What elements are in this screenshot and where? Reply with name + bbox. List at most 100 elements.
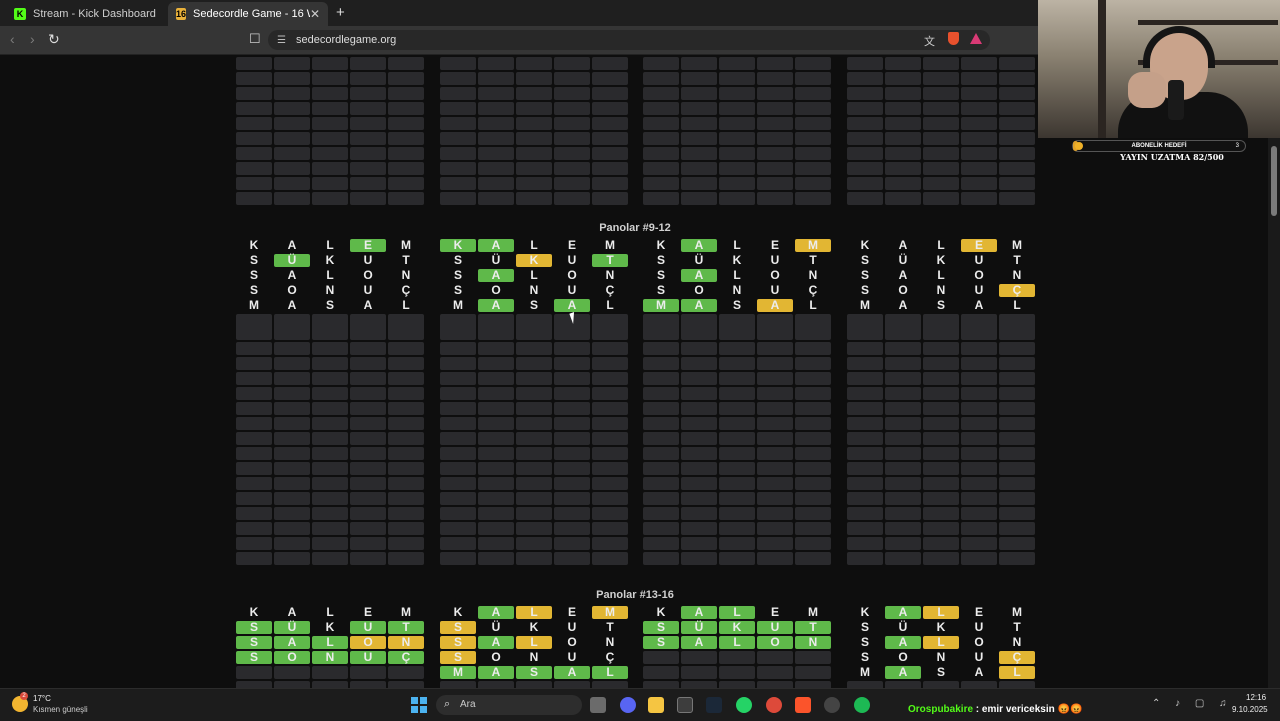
file-explorer-icon[interactable] [648,697,664,713]
empty-tile [999,132,1035,145]
address-bar[interactable]: ☰ sedecordlegame.org [268,30,990,50]
empty-tile [592,402,628,415]
tile-absent: T [1013,620,1021,634]
board-10: KALEMSÜKUTSALONSONUÇMASAL [440,239,628,565]
empty-tile [681,387,717,400]
empty-tile [885,387,921,400]
store-icon[interactable] [677,697,693,713]
empty-tile [961,117,997,130]
tile-absent: S [936,665,945,679]
new-tab-button[interactable]: + [336,4,345,21]
empty-tile [885,72,921,85]
empty-tile [478,147,514,160]
tab-kick-dashboard[interactable]: K Stream - Kick Dashboard [6,2,166,26]
empty-tile [923,57,959,70]
brave-shield-icon[interactable] [948,32,959,45]
empty-tile [516,192,552,205]
tile-correct: L [719,606,755,619]
empty-tile [643,402,679,415]
empty-tile [478,192,514,205]
reload-icon[interactable]: ↻ [48,31,60,48]
weather-temperature[interactable]: 17°C [33,694,51,703]
empty-tile [274,372,310,385]
empty-tile [681,447,717,460]
tile-absent: L [402,298,410,312]
empty-tile [274,447,310,460]
forward-icon[interactable]: › [30,31,35,47]
obs-icon[interactable] [824,697,840,713]
empty-tile [643,117,679,130]
tile-correct: O [274,651,310,664]
tile-absent: U [974,650,984,664]
empty-tile [795,462,831,475]
empty-tile [795,162,831,175]
clock-date[interactable]: 9.10.2025 [1232,705,1268,714]
steam-icon[interactable] [706,697,722,713]
empty-tile [312,102,348,115]
tile-absent: N [936,283,946,297]
chat-separator: : [973,704,982,715]
tab-sedecordle[interactable]: 16 Sedecordle Game - 16 Words W ✕ [168,2,328,26]
empty-tile [554,417,590,430]
empty-tile [719,132,755,145]
system-tray[interactable]: ⌃ ♪ ▢ ♫ [1152,698,1233,709]
empty-tile [592,447,628,460]
empty-tile [923,447,959,460]
empty-tile [554,147,590,160]
windows-start-icon[interactable] [411,697,427,713]
empty-tile [440,552,476,565]
empty-tile [719,681,755,688]
empty-tile [643,522,679,535]
tile-absent: M [249,298,259,312]
translate-icon[interactable]: 文 [924,33,935,49]
url-text[interactable]: sedecordlegame.org [296,34,396,46]
empty-tile [643,342,679,355]
tile-absent: M [860,298,870,312]
empty-tile [719,552,755,565]
empty-tile [478,117,514,130]
task-view-icon[interactable] [590,697,606,713]
brave-icon[interactable] [795,697,811,713]
tile-absent: L [1013,298,1021,312]
weather-badge: 2 [20,692,28,700]
empty-tile [885,177,921,190]
empty-tile [516,447,552,460]
empty-tile [961,537,997,550]
search-placeholder[interactable]: Ara [460,699,476,710]
empty-tile [885,432,921,445]
empty-tile [923,72,959,85]
empty-tile [681,117,717,130]
tile-correct: A [478,239,514,252]
empty-tile [923,314,959,340]
empty-tile [961,372,997,385]
whatsapp-icon[interactable] [736,697,752,713]
empty-tile [312,387,348,400]
empty-tile [274,387,310,400]
spotify-icon[interactable] [854,697,870,713]
empty-tile [681,522,717,535]
empty-tile [999,447,1035,460]
back-icon[interactable]: ‹ [10,31,15,47]
site-info-icon[interactable]: ☰ [277,35,286,46]
tile-correct: S [643,636,679,649]
page-scrollbar[interactable] [1268,138,1280,688]
bookmark-icon[interactable]: ☐ [249,31,261,47]
chrome-icon[interactable] [766,697,782,713]
tile-correct: S [643,621,679,634]
empty-tile [592,387,628,400]
tile-correct: A [681,239,717,252]
brave-rewards-icon[interactable] [970,33,982,44]
tile-correct: S [236,651,272,664]
empty-tile [757,666,793,679]
clock-time[interactable]: 12:16 [1246,693,1266,702]
weather-description[interactable]: Kısmen güneşli [33,705,88,714]
empty-tile [681,147,717,160]
empty-tile [516,132,552,145]
discord-icon[interactable] [620,697,636,713]
empty-tile [681,57,717,70]
tile-absent: L [530,238,538,252]
close-tab-icon[interactable]: ✕ [310,7,320,21]
taskbar-search[interactable]: ⌕ Ara [436,695,582,715]
tile-absent: N [325,283,335,297]
empty-tile [681,177,717,190]
